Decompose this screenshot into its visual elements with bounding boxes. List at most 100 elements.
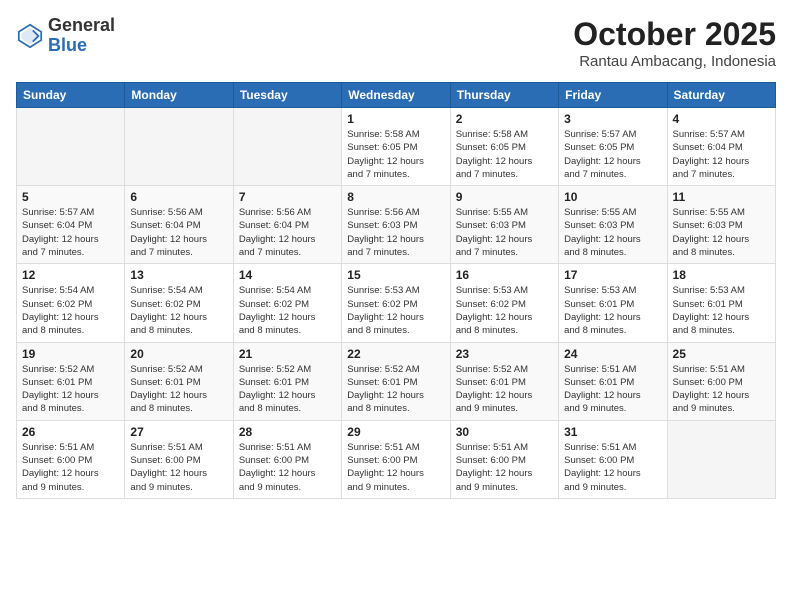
day-number: 14	[239, 268, 336, 282]
day-info: Sunrise: 5:55 AM Sunset: 6:03 PM Dayligh…	[564, 206, 661, 259]
calendar-cell: 24 Sunrise: 5:51 AM Sunset: 6:01 PM Dayli…	[559, 342, 667, 420]
day-number: 16	[456, 268, 553, 282]
day-number: 5	[22, 190, 119, 204]
day-number: 4	[673, 112, 770, 126]
day-info: Sunrise: 5:51 AM Sunset: 6:00 PM Dayligh…	[564, 441, 661, 494]
day-info: Sunrise: 5:52 AM Sunset: 6:01 PM Dayligh…	[347, 363, 444, 416]
calendar-cell: 11Sunrise: 5:55 AM Sunset: 6:03 PM Dayli…	[667, 186, 775, 264]
calendar-week-row: 12 Sunrise: 5:54 AM Sunset: 6:02 PM Dayli…	[17, 264, 776, 342]
day-number: 11	[673, 190, 770, 204]
day-info: Sunrise: 5:56 AM Sunset: 6:04 PM Dayligh…	[239, 206, 336, 259]
day-number: 13	[130, 268, 227, 282]
calendar-cell: 14 Sunrise: 5:54 AM Sunset: 6:02 PM Dayli…	[233, 264, 341, 342]
logo-icon	[16, 22, 44, 50]
day-info: Sunrise: 5:57 AM Sunset: 6:04 PM Dayligh…	[673, 128, 770, 181]
calendar-week-row: 1 Sunrise: 5:58 AM Sunset: 6:05 PM Daylig…	[17, 108, 776, 186]
calendar-cell: 2 Sunrise: 5:58 AM Sunset: 6:05 PM Daylig…	[450, 108, 558, 186]
day-info: Sunrise: 5:51 AM Sunset: 6:00 PM Dayligh…	[22, 441, 119, 494]
logo-general: General	[48, 15, 115, 35]
day-info: Sunrise: 5:53 AM Sunset: 6:02 PM Dayligh…	[456, 284, 553, 337]
calendar-week-row: 19 Sunrise: 5:52 AM Sunset: 6:01 PM Dayli…	[17, 342, 776, 420]
calendar-cell: 27Sunrise: 5:51 AM Sunset: 6:00 PM Dayli…	[125, 420, 233, 498]
calendar-cell: 9Sunrise: 5:55 AM Sunset: 6:03 PM Daylig…	[450, 186, 558, 264]
day-info: Sunrise: 5:53 AM Sunset: 6:01 PM Dayligh…	[673, 284, 770, 337]
calendar-cell	[233, 108, 341, 186]
day-header-wednesday: Wednesday	[342, 83, 450, 108]
calendar-cell: 28 Sunrise: 5:51 AM Sunset: 6:00 PM Dayli…	[233, 420, 341, 498]
calendar-cell: 21Sunrise: 5:52 AM Sunset: 6:01 PM Dayli…	[233, 342, 341, 420]
calendar-cell: 20 Sunrise: 5:52 AM Sunset: 6:01 PM Dayli…	[125, 342, 233, 420]
day-info: Sunrise: 5:53 AM Sunset: 6:01 PM Dayligh…	[564, 284, 661, 337]
calendar-cell: 22 Sunrise: 5:52 AM Sunset: 6:01 PM Dayli…	[342, 342, 450, 420]
day-number: 21	[239, 347, 336, 361]
day-number: 12	[22, 268, 119, 282]
day-info: Sunrise: 5:54 AM Sunset: 6:02 PM Dayligh…	[22, 284, 119, 337]
day-info: Sunrise: 5:51 AM Sunset: 6:00 PM Dayligh…	[456, 441, 553, 494]
day-header-sunday: Sunday	[17, 83, 125, 108]
day-number: 24	[564, 347, 661, 361]
calendar-cell	[125, 108, 233, 186]
calendar-cell: 30 Sunrise: 5:51 AM Sunset: 6:00 PM Dayli…	[450, 420, 558, 498]
day-number: 31	[564, 425, 661, 439]
calendar-cell: 23Sunrise: 5:52 AM Sunset: 6:01 PM Dayli…	[450, 342, 558, 420]
day-info: Sunrise: 5:54 AM Sunset: 6:02 PM Dayligh…	[239, 284, 336, 337]
day-info: Sunrise: 5:58 AM Sunset: 6:05 PM Dayligh…	[456, 128, 553, 181]
calendar-cell: 12 Sunrise: 5:54 AM Sunset: 6:02 PM Dayli…	[17, 264, 125, 342]
day-number: 22	[347, 347, 444, 361]
day-info: Sunrise: 5:51 AM Sunset: 6:00 PM Dayligh…	[239, 441, 336, 494]
day-header-saturday: Saturday	[667, 83, 775, 108]
calendar-table: SundayMondayTuesdayWednesdayThursdayFrid…	[16, 82, 776, 499]
logo: General Blue	[16, 16, 115, 56]
day-info: Sunrise: 5:51 AM Sunset: 6:00 PM Dayligh…	[673, 363, 770, 416]
day-number: 10	[564, 190, 661, 204]
day-info: Sunrise: 5:51 AM Sunset: 6:01 PM Dayligh…	[564, 363, 661, 416]
day-info: Sunrise: 5:52 AM Sunset: 6:01 PM Dayligh…	[22, 363, 119, 416]
calendar-cell: 29 Sunrise: 5:51 AM Sunset: 6:00 PM Dayli…	[342, 420, 450, 498]
day-number: 26	[22, 425, 119, 439]
calendar-week-row: 5 Sunrise: 5:57 AM Sunset: 6:04 PM Daylig…	[17, 186, 776, 264]
calendar-cell: 13 Sunrise: 5:54 AM Sunset: 6:02 PM Dayli…	[125, 264, 233, 342]
calendar-cell: 19 Sunrise: 5:52 AM Sunset: 6:01 PM Dayli…	[17, 342, 125, 420]
day-info: Sunrise: 5:56 AM Sunset: 6:04 PM Dayligh…	[130, 206, 227, 259]
day-header-friday: Friday	[559, 83, 667, 108]
calendar-cell: 25Sunrise: 5:51 AM Sunset: 6:00 PM Dayli…	[667, 342, 775, 420]
calendar-title: October 2025	[573, 16, 776, 53]
day-number: 19	[22, 347, 119, 361]
day-info: Sunrise: 5:57 AM Sunset: 6:05 PM Dayligh…	[564, 128, 661, 181]
day-info: Sunrise: 5:57 AM Sunset: 6:04 PM Dayligh…	[22, 206, 119, 259]
day-number: 8	[347, 190, 444, 204]
calendar-week-row: 26 Sunrise: 5:51 AM Sunset: 6:00 PM Dayli…	[17, 420, 776, 498]
calendar-cell	[667, 420, 775, 498]
day-number: 2	[456, 112, 553, 126]
day-number: 20	[130, 347, 227, 361]
day-number: 30	[456, 425, 553, 439]
day-header-thursday: Thursday	[450, 83, 558, 108]
day-info: Sunrise: 5:51 AM Sunset: 6:00 PM Dayligh…	[347, 441, 444, 494]
day-info: Sunrise: 5:53 AM Sunset: 6:02 PM Dayligh…	[347, 284, 444, 337]
calendar-cell	[17, 108, 125, 186]
day-info: Sunrise: 5:52 AM Sunset: 6:01 PM Dayligh…	[130, 363, 227, 416]
calendar-cell: 18Sunrise: 5:53 AM Sunset: 6:01 PM Dayli…	[667, 264, 775, 342]
logo-text: General Blue	[48, 16, 115, 56]
day-number: 28	[239, 425, 336, 439]
day-info: Sunrise: 5:58 AM Sunset: 6:05 PM Dayligh…	[347, 128, 444, 181]
day-header-monday: Monday	[125, 83, 233, 108]
calendar-cell: 5 Sunrise: 5:57 AM Sunset: 6:04 PM Daylig…	[17, 186, 125, 264]
calendar-cell: 16 Sunrise: 5:53 AM Sunset: 6:02 PM Dayli…	[450, 264, 558, 342]
calendar-cell: 17 Sunrise: 5:53 AM Sunset: 6:01 PM Dayli…	[559, 264, 667, 342]
logo-blue: Blue	[48, 35, 87, 55]
calendar-cell: 6Sunrise: 5:56 AM Sunset: 6:04 PM Daylig…	[125, 186, 233, 264]
day-number: 1	[347, 112, 444, 126]
day-number: 17	[564, 268, 661, 282]
day-info: Sunrise: 5:52 AM Sunset: 6:01 PM Dayligh…	[456, 363, 553, 416]
calendar-header-row: SundayMondayTuesdayWednesdayThursdayFrid…	[17, 83, 776, 108]
page-header: General Blue October 2025 Rantau Ambacan…	[16, 16, 776, 70]
day-info: Sunrise: 5:54 AM Sunset: 6:02 PM Dayligh…	[130, 284, 227, 337]
day-number: 7	[239, 190, 336, 204]
calendar-cell: 1 Sunrise: 5:58 AM Sunset: 6:05 PM Daylig…	[342, 108, 450, 186]
calendar-cell: 3Sunrise: 5:57 AM Sunset: 6:05 PM Daylig…	[559, 108, 667, 186]
calendar-cell: 10 Sunrise: 5:55 AM Sunset: 6:03 PM Dayli…	[559, 186, 667, 264]
day-number: 29	[347, 425, 444, 439]
calendar-cell: 26 Sunrise: 5:51 AM Sunset: 6:00 PM Dayli…	[17, 420, 125, 498]
day-number: 27	[130, 425, 227, 439]
